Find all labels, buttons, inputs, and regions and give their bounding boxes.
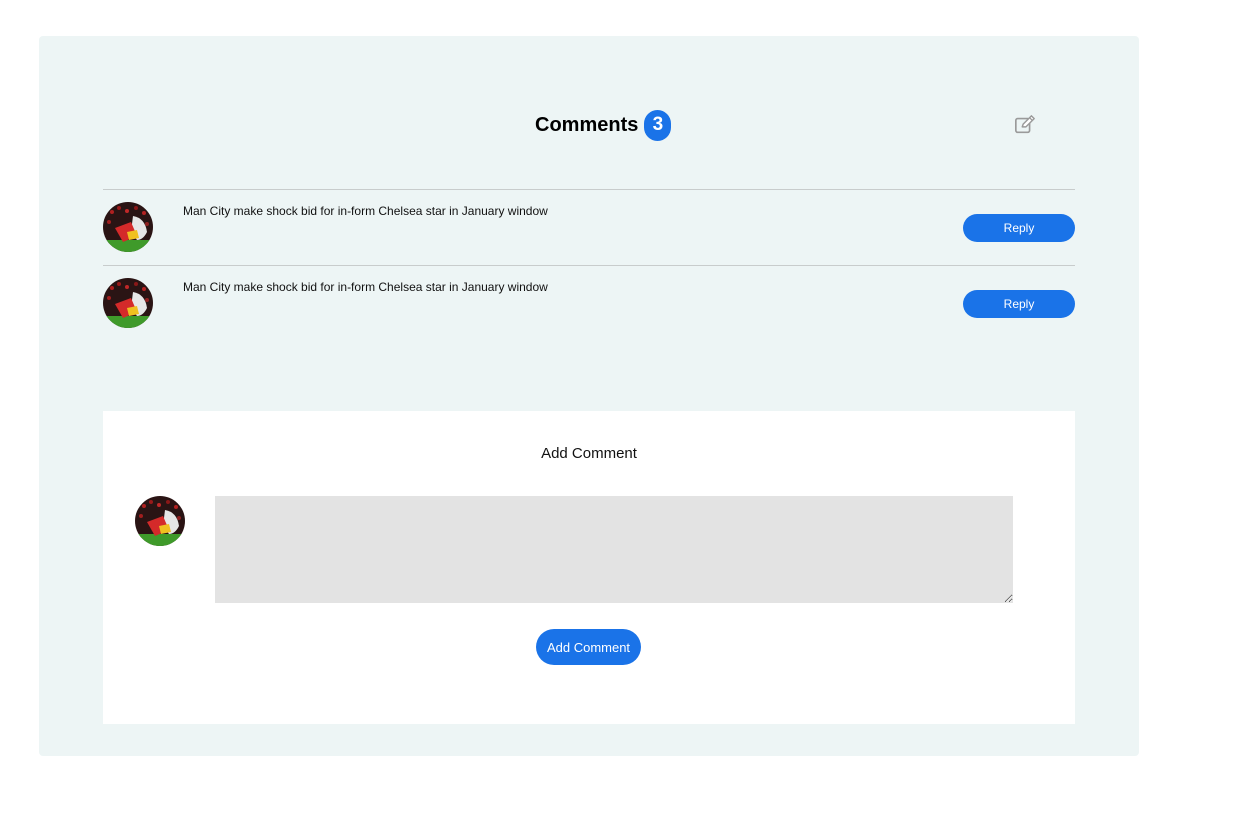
- avatar: [135, 496, 185, 546]
- comment-input[interactable]: [215, 496, 1013, 603]
- comment-item: Man City make shock bid for in-form Chel…: [103, 189, 1075, 265]
- comment-text: Man City make shock bid for in-form Chel…: [183, 204, 548, 218]
- edit-icon[interactable]: [1014, 114, 1036, 136]
- title-wrap: Comments 3: [535, 108, 672, 142]
- avatar: [103, 202, 153, 252]
- comment-text: Man City make shock bid for in-form Chel…: [183, 280, 548, 294]
- reply-button[interactable]: Reply: [963, 214, 1075, 242]
- comment-count-badge: 3: [644, 109, 672, 141]
- avatar: [103, 278, 153, 328]
- page-title: Comments: [535, 113, 639, 136]
- add-comment-box: Add Comment Add Comment: [103, 411, 1075, 724]
- comments-panel: Comments 3 Man City make shock bid for i…: [39, 36, 1139, 756]
- comments-header: Comments 3: [39, 106, 1139, 146]
- add-comment-title: Add Comment: [541, 445, 637, 462]
- comment-item: Man City make shock bid for in-form Chel…: [103, 265, 1075, 341]
- add-comment-button[interactable]: Add Comment: [536, 629, 641, 665]
- reply-button[interactable]: Reply: [963, 290, 1075, 318]
- comment-list: Man City make shock bid for in-form Chel…: [103, 189, 1075, 341]
